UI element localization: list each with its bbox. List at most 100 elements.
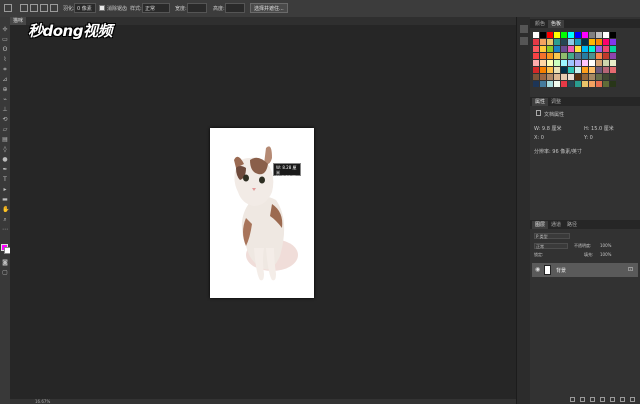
color-swatch[interactable] (603, 39, 609, 45)
color-swatch[interactable] (547, 81, 553, 87)
color-swatch[interactable] (540, 32, 546, 38)
color-swatch[interactable] (582, 81, 588, 87)
healing-tool-icon[interactable]: ⊕ (2, 87, 8, 93)
color-swatch[interactable] (603, 32, 609, 38)
color-swatch[interactable] (568, 81, 574, 87)
color-swatch[interactable] (589, 81, 595, 87)
more-tools-icon[interactable]: ⋯ (2, 227, 8, 233)
color-swatch[interactable] (596, 67, 602, 73)
color-swatch[interactable] (533, 32, 539, 38)
add-selection-icon[interactable] (30, 4, 38, 12)
lasso-tool-icon[interactable]: ʘ (2, 47, 8, 53)
link-layers-icon[interactable] (570, 397, 575, 402)
color-swatch[interactable] (533, 81, 539, 87)
color-swatch[interactable] (540, 39, 546, 45)
path-select-tool-icon[interactable]: ▸ (2, 187, 8, 193)
color-swatch[interactable] (554, 67, 560, 73)
color-swatch[interactable] (596, 60, 602, 66)
color-swatch[interactable] (561, 67, 567, 73)
document-tab[interactable]: 猫咪 (10, 17, 27, 25)
color-swatch[interactable] (575, 81, 581, 87)
color-swatch[interactable] (554, 60, 560, 66)
color-swatch[interactable] (575, 53, 581, 59)
actions-panel-icon[interactable] (520, 37, 528, 45)
color-swatch[interactable] (547, 39, 553, 45)
color-swatch[interactable] (568, 32, 574, 38)
color-swatch[interactable] (603, 67, 609, 73)
color-swatch[interactable] (540, 67, 546, 73)
color-swatch[interactable] (596, 39, 602, 45)
color-swatch[interactable] (596, 53, 602, 59)
color-swatch[interactable] (540, 74, 546, 80)
color-swatch[interactable] (589, 32, 595, 38)
width-input[interactable] (187, 3, 207, 13)
history-brush-icon[interactable]: ⟲ (2, 117, 8, 123)
color-swatch[interactable] (547, 32, 553, 38)
visibility-eye-icon[interactable]: ◉ (535, 266, 540, 273)
screen-mode-icon[interactable]: ▢ (2, 270, 8, 276)
move-tool-icon[interactable]: ✢ (2, 27, 8, 33)
new-selection-icon[interactable] (20, 4, 28, 12)
color-swatch[interactable] (540, 60, 546, 66)
crop-tool-icon[interactable]: ⌗ (2, 67, 8, 73)
color-swatch[interactable] (568, 53, 574, 59)
style-select[interactable]: 正常 (142, 3, 170, 13)
color-swatch[interactable] (589, 74, 595, 80)
color-swatch[interactable] (610, 74, 616, 80)
color-swatch[interactable] (603, 74, 609, 80)
blur-tool-icon[interactable]: ◊ (2, 147, 8, 153)
color-swatch[interactable] (554, 53, 560, 59)
fill-value[interactable]: 100% (600, 252, 611, 257)
blend-mode-select[interactable]: 正常 (534, 243, 568, 249)
color-swatch[interactable] (533, 39, 539, 45)
color-swatch[interactable] (610, 53, 616, 59)
color-swatch[interactable] (575, 74, 581, 80)
color-swatch[interactable] (561, 53, 567, 59)
color-swatch[interactable] (575, 67, 581, 73)
color-swatch[interactable] (533, 60, 539, 66)
color-swatch[interactable] (596, 74, 602, 80)
brush-tool-icon[interactable]: ⌁ (2, 97, 8, 103)
layer-kind-filter[interactable]: P 类型 (534, 233, 570, 239)
color-swatch[interactable] (610, 46, 616, 52)
color-swatch[interactable] (596, 46, 602, 52)
subtract-selection-icon[interactable] (40, 4, 48, 12)
color-swatch[interactable] (610, 81, 616, 87)
zoom-level[interactable]: 16.67% (35, 399, 50, 404)
color-swatch[interactable] (603, 46, 609, 52)
color-swatch[interactable] (610, 60, 616, 66)
delete-layer-icon[interactable] (630, 397, 635, 402)
quick-select-tool-icon[interactable]: ⌇ (2, 57, 8, 63)
color-swatch[interactable] (533, 67, 539, 73)
color-swatch[interactable] (533, 74, 539, 80)
new-layer-icon[interactable] (620, 397, 625, 402)
intersect-selection-icon[interactable] (50, 4, 58, 12)
layer-name[interactable]: 背景 (556, 267, 566, 274)
color-swatch[interactable] (610, 39, 616, 45)
color-swatch[interactable] (561, 60, 567, 66)
tab-color[interactable]: 颜色 (532, 20, 548, 28)
color-swatch[interactable] (547, 67, 553, 73)
color-swatch[interactable] (575, 39, 581, 45)
color-swatch[interactable] (589, 46, 595, 52)
color-swatch[interactable] (575, 46, 581, 52)
eyedropper-tool-icon[interactable]: ⊿ (2, 77, 8, 83)
color-swatch[interactable] (533, 46, 539, 52)
stamp-tool-icon[interactable]: ⊥ (2, 107, 8, 113)
color-swatch[interactable] (533, 53, 539, 59)
feather-input[interactable]: 0 像素 (74, 3, 96, 13)
tab-properties[interactable]: 属性 (532, 98, 549, 106)
color-swatch[interactable] (568, 60, 574, 66)
eraser-tool-icon[interactable]: ▱ (2, 127, 8, 133)
color-swatch[interactable] (596, 81, 602, 87)
opacity-value[interactable]: 100% (600, 243, 611, 248)
color-swatch[interactable] (547, 60, 553, 66)
color-swatch[interactable] (582, 74, 588, 80)
color-swatch[interactable] (568, 46, 574, 52)
color-swatch[interactable] (610, 67, 616, 73)
color-swatch[interactable] (547, 74, 553, 80)
color-swatch[interactable] (582, 60, 588, 66)
color-swatch[interactable] (589, 60, 595, 66)
color-swatch[interactable] (554, 81, 560, 87)
adjustment-layer-icon[interactable] (600, 397, 605, 402)
